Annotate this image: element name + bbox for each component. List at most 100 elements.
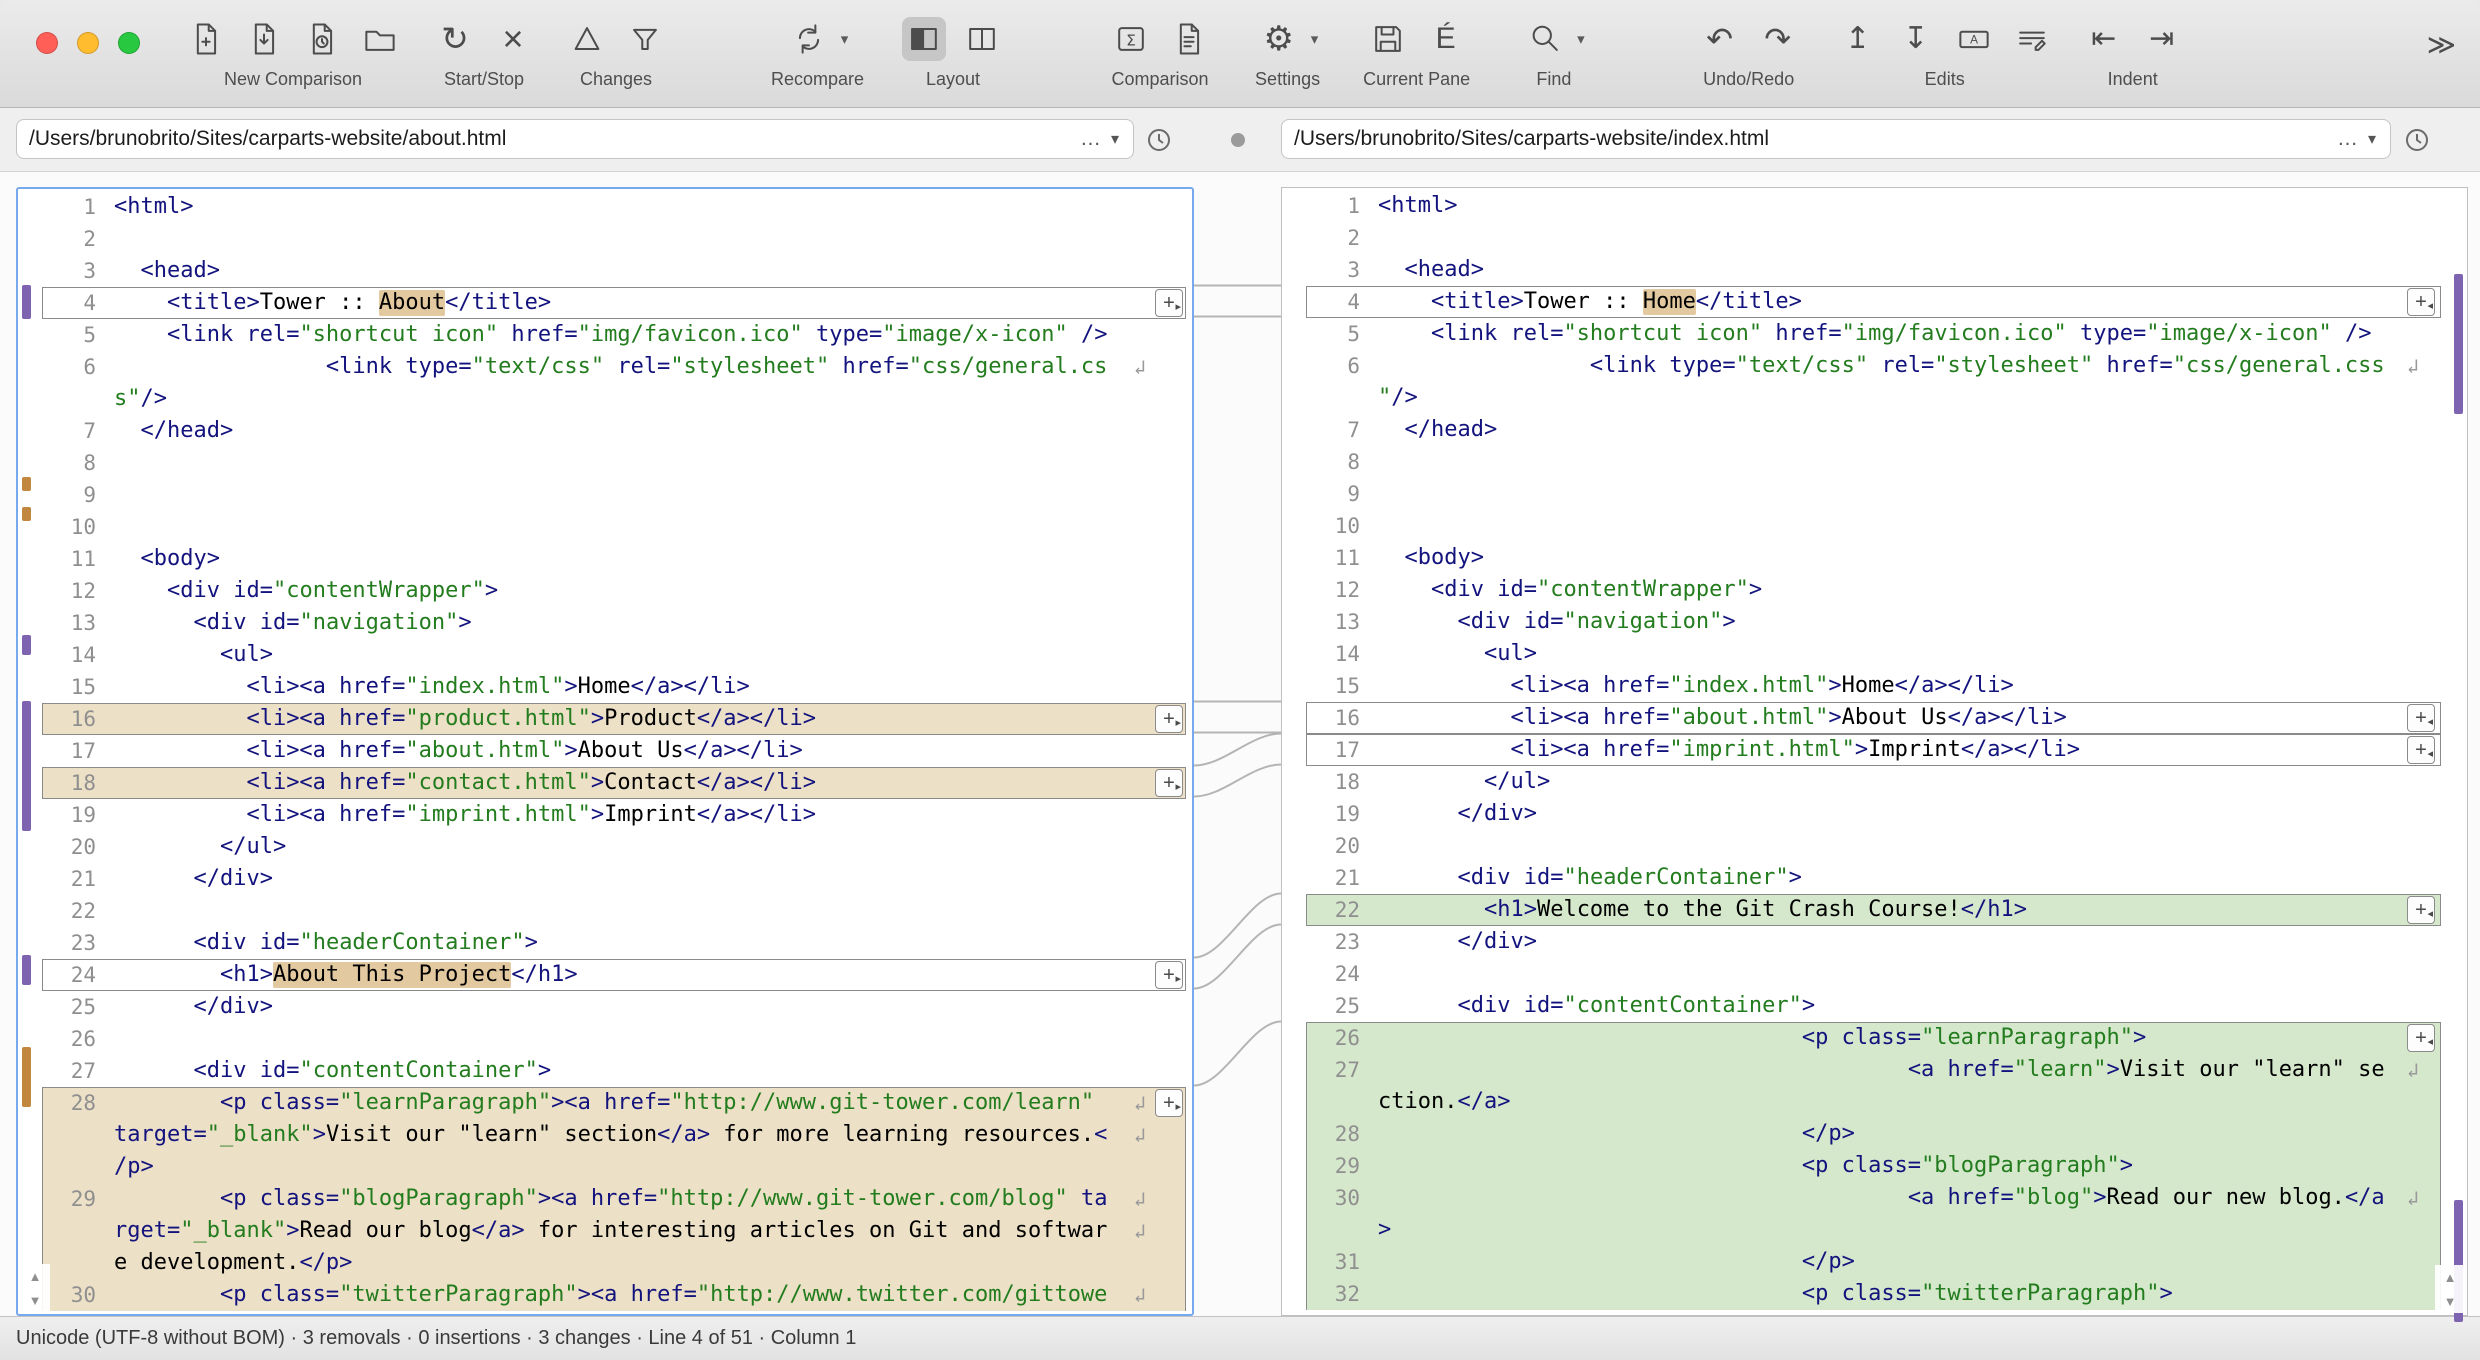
code-line[interactable]: 27 <div id="contentContainer"> [18, 1055, 1192, 1087]
right-file-path-field[interactable]: /Users/brunobrito/Sites/carparts-website… [1281, 119, 2391, 159]
code-line[interactable]: 7 </head> [1282, 414, 2467, 446]
code-line[interactable]: 15 <li><a href="index.html">Home</a></li… [18, 671, 1192, 703]
code-line[interactable]: 13 <div id="navigation"> [18, 607, 1192, 639]
right-change-map[interactable] [2445, 188, 2467, 1315]
code-line[interactable]: 22 <h1>Welcome to the Git Crash Course!<… [1282, 894, 2467, 926]
code-line[interactable]: 14 <ul> [18, 639, 1192, 671]
code-line[interactable]: 25 </div> [18, 991, 1192, 1023]
left-change-map[interactable] [18, 189, 40, 1314]
copy-change-button[interactable]: +◂ [2407, 1024, 2435, 1052]
history-icon[interactable] [1142, 124, 1176, 158]
find-icon[interactable] [1523, 17, 1567, 61]
left-file-path-field[interactable]: /Users/brunobrito/Sites/carparts-website… [16, 119, 1134, 159]
chevron-down-icon[interactable]: ▾ [1577, 30, 1585, 48]
code-line[interactable]: 11 <body> [18, 543, 1192, 575]
layout-split-icon[interactable] [960, 17, 1004, 61]
minimize-button[interactable] [77, 32, 99, 54]
close-button[interactable] [36, 32, 58, 54]
redo-icon[interactable]: ↷ [1756, 17, 1800, 61]
toolbar-overflow-icon[interactable]: ≫ [2427, 28, 2456, 61]
outdent-icon[interactable]: ⇤ [2082, 17, 2126, 61]
new-document-icon[interactable] [184, 17, 228, 61]
code-line[interactable]: 29 <p class="blogParagraph"><a href="htt… [18, 1183, 1192, 1215]
last-change-button[interactable]: ▼ [20, 1288, 50, 1312]
code-line[interactable]: 26 <p class="learnParagraph">+◂ [1282, 1022, 2467, 1054]
edit-list-icon[interactable] [2010, 17, 2054, 61]
code-line[interactable]: 5 <link rel="shortcut icon" href="img/fa… [1282, 318, 2467, 350]
code-line[interactable]: 3 <head> [1282, 254, 2467, 286]
code-line[interactable]: 15 <li><a href="index.html">Home</a></li… [1282, 670, 2467, 702]
ellipsis-button[interactable]: … [1072, 127, 1109, 151]
code-line[interactable]: 1<html> [18, 191, 1192, 223]
pane-link-dot[interactable] [1231, 133, 1245, 147]
code-line[interactable]: 24 <h1>About This Project</h1>+▸ [18, 959, 1192, 991]
first-change-button[interactable]: ▲ [20, 1264, 50, 1288]
document-history-icon[interactable] [300, 17, 344, 61]
code-line[interactable]: 6 <link type="text/css" rel="stylesheet"… [18, 351, 1192, 383]
code-line[interactable]: 16 <li><a href="product.html">Product</a… [18, 703, 1192, 735]
keyboard-icon[interactable]: A [1952, 17, 1996, 61]
delta-icon[interactable] [565, 17, 609, 61]
history-icon[interactable] [2400, 124, 2434, 158]
copy-change-button[interactable]: +◂ [2407, 288, 2435, 316]
summary-icon[interactable]: Σ [1109, 17, 1153, 61]
code-line[interactable]: "/> [1282, 382, 2467, 414]
code-line[interactable]: 19 <li><a href="imprint.html">Imprint</a… [18, 799, 1192, 831]
code-line[interactable]: 2 [1282, 222, 2467, 254]
code-line[interactable]: 16 <li><a href="about.html">About Us</a>… [1282, 702, 2467, 734]
code-line[interactable]: 5 <link rel="shortcut icon" href="img/fa… [18, 319, 1192, 351]
code-line[interactable]: 7 </head> [18, 415, 1192, 447]
copy-change-button[interactable]: +▸ [1155, 961, 1183, 989]
code-line[interactable]: > [1282, 1214, 2467, 1246]
left-code-pane[interactable]: 1<html>23 <head>4 <title>Tower :: About<… [16, 187, 1194, 1316]
code-line[interactable]: 14 <ul> [1282, 638, 2467, 670]
copy-change-button[interactable]: +▸ [1155, 769, 1183, 797]
code-line[interactable]: /p> [18, 1151, 1192, 1183]
code-line[interactable]: 11 <body> [1282, 542, 2467, 574]
code-line[interactable]: 12 <div id="contentWrapper"> [1282, 574, 2467, 606]
code-line[interactable]: 20 [1282, 830, 2467, 862]
code-line[interactable]: 18 </ul> [1282, 766, 2467, 798]
code-line[interactable]: e development.</p> [18, 1247, 1192, 1279]
code-line[interactable]: 30 <p class="twitterParagraph"><a href="… [18, 1279, 1192, 1311]
code-line[interactable]: 23 <div id="headerContainer"> [18, 927, 1192, 959]
code-line[interactable]: ction.</a> [1282, 1086, 2467, 1118]
code-line[interactable]: 28 <p class="learnParagraph"><a href="ht… [18, 1087, 1192, 1119]
new-folder-icon[interactable] [358, 17, 402, 61]
report-icon[interactable] [1167, 17, 1211, 61]
code-line[interactable]: 1<html> [1282, 190, 2467, 222]
chevron-down-icon[interactable]: ▾ [841, 30, 849, 48]
indent-icon[interactable]: ⇥ [2140, 17, 2184, 61]
last-change-button[interactable]: ▼ [2435, 1289, 2465, 1313]
code-line[interactable]: target="_blank">Visit our "learn" sectio… [18, 1119, 1192, 1151]
code-line[interactable]: 8 [1282, 446, 2467, 478]
copy-change-button[interactable]: +▸ [1155, 705, 1183, 733]
code-line[interactable]: 10 [18, 511, 1192, 543]
import-document-icon[interactable] [242, 17, 286, 61]
code-line[interactable]: 27 <a href="learn">Visit our "learn" se↲ [1282, 1054, 2467, 1086]
code-line[interactable]: 4 <title>Tower :: Home</title>+◂ [1282, 286, 2467, 318]
copy-change-button[interactable]: +◂ [2407, 736, 2435, 764]
code-line[interactable]: 2 [18, 223, 1192, 255]
code-line[interactable]: 10 [1282, 510, 2467, 542]
chevron-down-icon[interactable]: ▾ [2366, 129, 2378, 149]
code-line[interactable]: 26 [18, 1023, 1192, 1055]
code-line[interactable]: 12 <div id="contentWrapper"> [18, 575, 1192, 607]
code-line[interactable]: 23 </div> [1282, 926, 2467, 958]
code-line[interactable]: 28 </p> [1282, 1118, 2467, 1150]
filter-icon[interactable] [623, 17, 667, 61]
ellipsis-button[interactable]: … [2329, 127, 2366, 151]
code-line[interactable]: 4 <title>Tower :: About</title>+▸ [18, 287, 1192, 319]
copy-change-button[interactable]: +▸ [1155, 1089, 1183, 1117]
code-line[interactable]: s"/> [18, 383, 1192, 415]
chevron-down-icon[interactable]: ▾ [1109, 129, 1121, 149]
copy-change-button[interactable]: +◂ [2407, 896, 2435, 924]
push-down-icon[interactable]: ↧ [1894, 17, 1938, 61]
code-line[interactable]: 8 [18, 447, 1192, 479]
code-line[interactable]: 17 <li><a href="about.html">About Us</a>… [18, 735, 1192, 767]
code-line[interactable]: 9 [18, 479, 1192, 511]
code-line[interactable]: 17 <li><a href="imprint.html">Imprint</a… [1282, 734, 2467, 766]
undo-icon[interactable]: ↶ [1698, 17, 1742, 61]
right-code-pane[interactable]: 1<html>23 <head>4 <title>Tower :: Home</… [1281, 187, 2468, 1316]
copy-change-button[interactable]: +◂ [2407, 704, 2435, 732]
